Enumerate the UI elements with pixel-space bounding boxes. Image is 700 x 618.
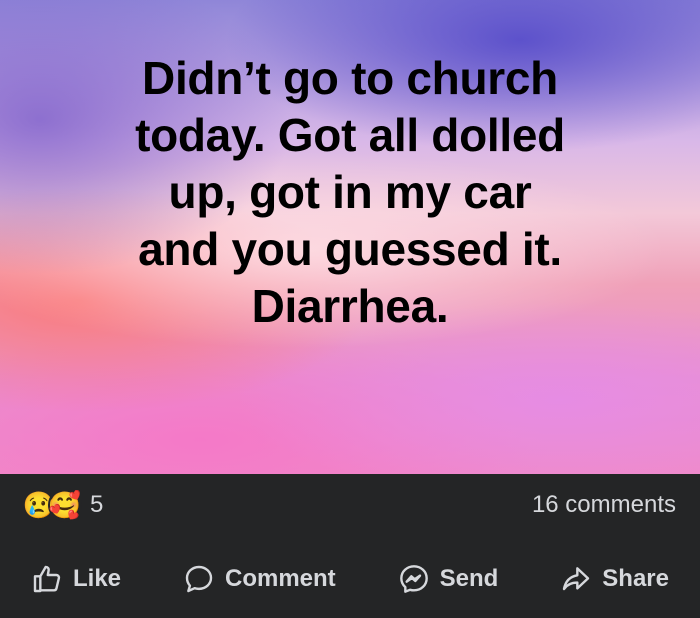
share-label: Share (602, 565, 669, 592)
comment-label: Comment (224, 565, 336, 592)
post-action-bar: Like Comment Send Share (0, 540, 700, 618)
send-button[interactable]: Send (398, 563, 499, 595)
reactions-summary[interactable]: 😢 🥰 5 (22, 488, 103, 522)
messenger-icon (399, 565, 428, 593)
reaction-count: 5 (90, 491, 104, 518)
post-background: Didn’t go to church today. Got all dolle… (0, 0, 700, 474)
post-text: Didn’t go to church today. Got all dolle… (135, 52, 565, 332)
comments-count-link[interactable]: 16 comments (532, 491, 676, 519)
share-arrow-icon (563, 567, 590, 591)
like-button[interactable]: Like (31, 563, 121, 595)
share-button[interactable]: Share (560, 563, 669, 595)
comment-bubble-icon (185, 565, 213, 593)
like-label: Like (72, 565, 122, 592)
post-stats-bar: 😢 🥰 5 16 comments (0, 474, 700, 536)
facebook-post: Didn’t go to church today. Got all dolle… (0, 0, 700, 618)
care-face-icon: 🥰 (48, 488, 82, 522)
comment-button[interactable]: Comment (183, 563, 336, 595)
thumbs-up-icon (33, 565, 61, 593)
send-label: Send (439, 565, 499, 592)
